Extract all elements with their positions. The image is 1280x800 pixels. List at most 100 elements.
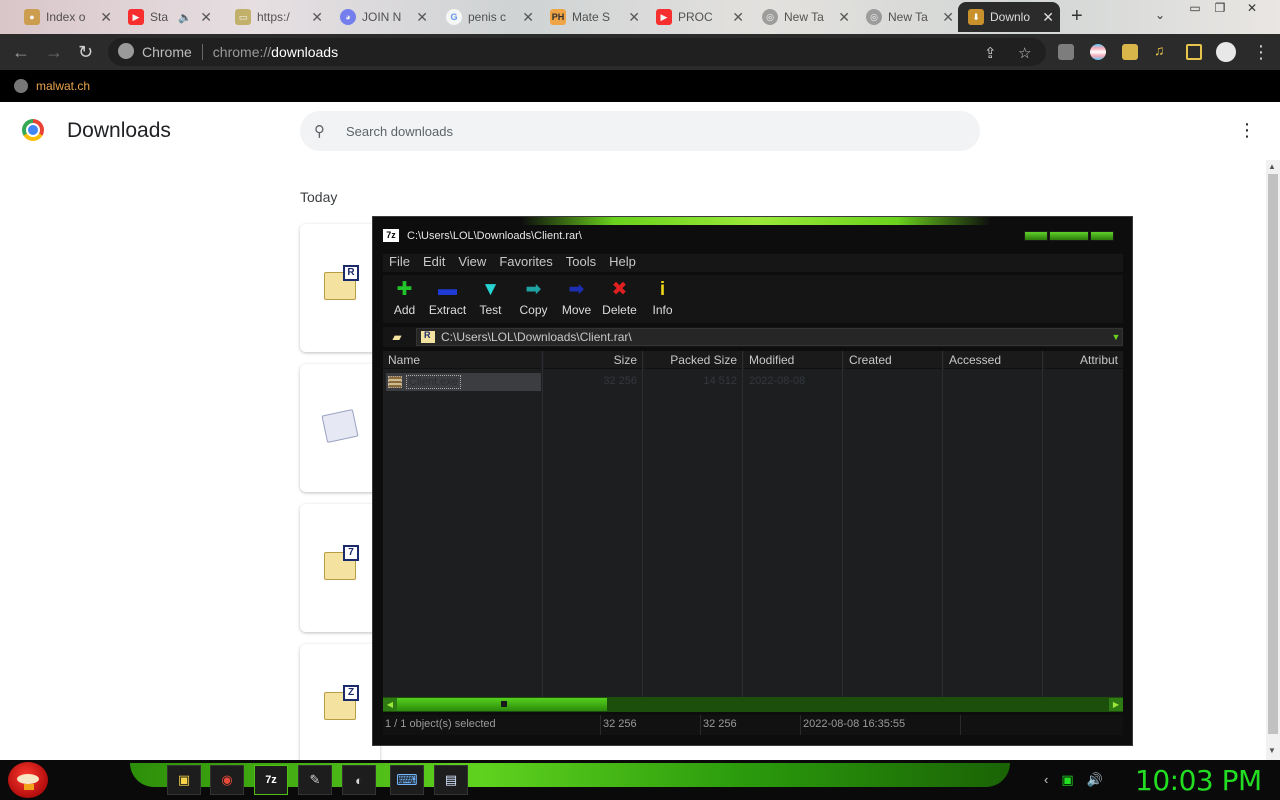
- download-item-doc[interactable]: [300, 364, 380, 492]
- table-row[interactable]: Client.exe: [386, 373, 541, 391]
- more-options-icon[interactable]: ⋮: [1238, 120, 1256, 141]
- chevron-down-icon[interactable]: ▼: [1110, 332, 1122, 342]
- profile-avatar-icon[interactable]: [1216, 42, 1236, 62]
- close-icon[interactable]: ✕: [628, 9, 640, 26]
- minimize-button[interactable]: ▭: [1183, 0, 1207, 16]
- close-icon[interactable]: ✕: [1042, 9, 1054, 26]
- close-button[interactable]: [1090, 231, 1114, 241]
- menu-view[interactable]: View: [458, 254, 486, 272]
- tab-downloads[interactable]: ⬇ Downlo ✕: [958, 2, 1060, 32]
- reload-icon[interactable]: ↻: [78, 42, 93, 63]
- side-panel-icon[interactable]: [1186, 44, 1202, 60]
- maximize-button[interactable]: [1049, 231, 1089, 241]
- tab-https[interactable]: ▭ https:/ ✕: [225, 2, 329, 32]
- tool-label: Test: [479, 303, 502, 317]
- back-arrow-icon[interactable]: ←: [12, 42, 30, 63]
- column-header-size[interactable]: Size: [544, 351, 642, 369]
- scroll-right-arrow-icon[interactable]: ▶: [1109, 698, 1123, 711]
- ublock-icon[interactable]: [1058, 44, 1074, 60]
- add-button[interactable]: ✚ Add: [383, 275, 426, 323]
- tab-youtube-1[interactable]: ▶ Sta 🔈 ✕: [118, 2, 218, 32]
- search-input[interactable]: [346, 123, 946, 139]
- column-header-created[interactable]: Created: [844, 351, 942, 369]
- address-bar[interactable]: Chrome chrome://downloads ⇪ ☆: [108, 38, 1046, 66]
- scroll-left-arrow-icon[interactable]: ◀: [383, 698, 397, 711]
- new-tab-button[interactable]: +: [1071, 5, 1083, 28]
- close-icon[interactable]: ✕: [732, 9, 744, 26]
- menu-bar: File Edit View Favorites Tools Help: [383, 254, 1123, 272]
- speedometer-icon[interactable]: ◐: [342, 765, 376, 795]
- media-control-icon[interactable]: ♫: [1154, 42, 1170, 58]
- download-item-7z[interactable]: 7: [300, 504, 380, 632]
- minimize-button[interactable]: [1024, 231, 1048, 241]
- close-icon[interactable]: ✕: [416, 9, 428, 26]
- close-icon[interactable]: ✕: [311, 9, 323, 26]
- chrome-menu-icon[interactable]: ⋮: [1252, 42, 1270, 63]
- path-combobox[interactable]: R C:\Users\LOL\Downloads\Client.rar\ ▼: [416, 328, 1123, 346]
- download-item-rar[interactable]: R: [300, 224, 380, 352]
- explorer-icon[interactable]: ▣: [167, 765, 201, 795]
- volume-icon[interactable]: 🔊: [1087, 772, 1103, 788]
- copy-button[interactable]: ➡ Copy: [512, 275, 555, 323]
- extensions-puzzle-icon[interactable]: [1122, 44, 1138, 60]
- archive-icon-label: R: [424, 330, 431, 340]
- column-header-modified[interactable]: Modified: [744, 351, 842, 369]
- tab-index[interactable]: ● Index o ✕: [14, 2, 118, 32]
- tab-newtab-2[interactable]: ◎ New Ta ✕: [856, 2, 960, 32]
- bookmark-star-icon[interactable]: ☆: [1018, 44, 1031, 62]
- scroll-up-arrow-icon[interactable]: ▲: [1268, 162, 1276, 171]
- test-button[interactable]: ▼ Test: [469, 275, 512, 323]
- keyboard-icon[interactable]: ⌨: [390, 765, 424, 795]
- menu-tools[interactable]: Tools: [566, 254, 596, 272]
- folder-up-icon[interactable]: ▰: [386, 328, 408, 346]
- tab-search-chevron-icon[interactable]: ⌄: [1155, 8, 1165, 22]
- status-datetime: 2022-08-08 16:35:55: [801, 715, 961, 735]
- flag-extension-icon[interactable]: [1090, 44, 1106, 60]
- scrollbar-thumb[interactable]: [1268, 174, 1278, 734]
- tab-ph[interactable]: PH Mate S ✕: [540, 2, 646, 32]
- tab-youtube-2[interactable]: ▶ PROC ✕: [646, 2, 750, 32]
- window-titlebar[interactable]: 7z C:\Users\LOL\Downloads\Client.rar\: [383, 229, 582, 242]
- window-close-button[interactable]: ✕: [1240, 0, 1264, 16]
- close-icon[interactable]: ✕: [100, 9, 112, 26]
- info-button[interactable]: i Info: [641, 275, 684, 323]
- paint-icon[interactable]: ✎: [298, 765, 332, 795]
- close-icon[interactable]: ✕: [942, 9, 954, 26]
- column-header-name[interactable]: Name: [383, 351, 541, 369]
- scroll-down-arrow-icon[interactable]: ▼: [1268, 746, 1276, 755]
- menu-file[interactable]: File: [389, 254, 410, 272]
- restore-button[interactable]: ❐: [1208, 0, 1232, 16]
- close-icon[interactable]: ✕: [200, 9, 212, 26]
- clock[interactable]: 10:03 PM: [1135, 764, 1262, 797]
- tab-discord[interactable]: ◕ JOIN N ✕: [330, 2, 434, 32]
- horizontal-scrollbar[interactable]: ◀ ▶: [383, 697, 1123, 712]
- close-icon[interactable]: ✕: [522, 9, 534, 26]
- forward-arrow-icon[interactable]: →: [45, 42, 63, 63]
- delete-button[interactable]: ✖ Delete: [598, 275, 641, 323]
- notepad-icon[interactable]: ▤: [434, 765, 468, 795]
- sevenzip-icon[interactable]: 7z: [254, 765, 288, 795]
- menu-help[interactable]: Help: [609, 254, 636, 272]
- start-button[interactable]: [8, 762, 48, 798]
- page-scrollbar[interactable]: ▲ ▼: [1266, 160, 1280, 760]
- column-header-attributes[interactable]: Attribut: [1044, 351, 1123, 369]
- downloads-search[interactable]: ⚲: [300, 111, 980, 151]
- sevenzip-logo-icon: 7z: [383, 229, 399, 242]
- close-icon[interactable]: ✕: [838, 9, 850, 26]
- scrollbar-grip: [501, 701, 507, 707]
- extract-button[interactable]: ▬ Extract: [426, 275, 469, 323]
- column-header-accessed[interactable]: Accessed: [944, 351, 1042, 369]
- move-button[interactable]: ➡ Move: [555, 275, 598, 323]
- chrome-icon[interactable]: ◉: [210, 765, 244, 795]
- menu-edit[interactable]: Edit: [423, 254, 445, 272]
- download-item-zip[interactable]: Z: [300, 644, 380, 772]
- chevron-up-icon[interactable]: ‹: [1044, 772, 1048, 788]
- column-header-packed-size[interactable]: Packed Size: [644, 351, 742, 369]
- bookmark-malwatch[interactable]: malwat.ch: [36, 79, 90, 93]
- speaker-icon[interactable]: 🔈: [178, 11, 192, 24]
- tab-newtab-1[interactable]: ◎ New Ta ✕: [752, 2, 856, 32]
- battery-icon[interactable]: ▣: [1061, 772, 1073, 788]
- share-icon[interactable]: ⇪: [984, 44, 997, 62]
- tab-google[interactable]: G penis c ✕: [436, 2, 540, 32]
- menu-favorites[interactable]: Favorites: [499, 254, 552, 272]
